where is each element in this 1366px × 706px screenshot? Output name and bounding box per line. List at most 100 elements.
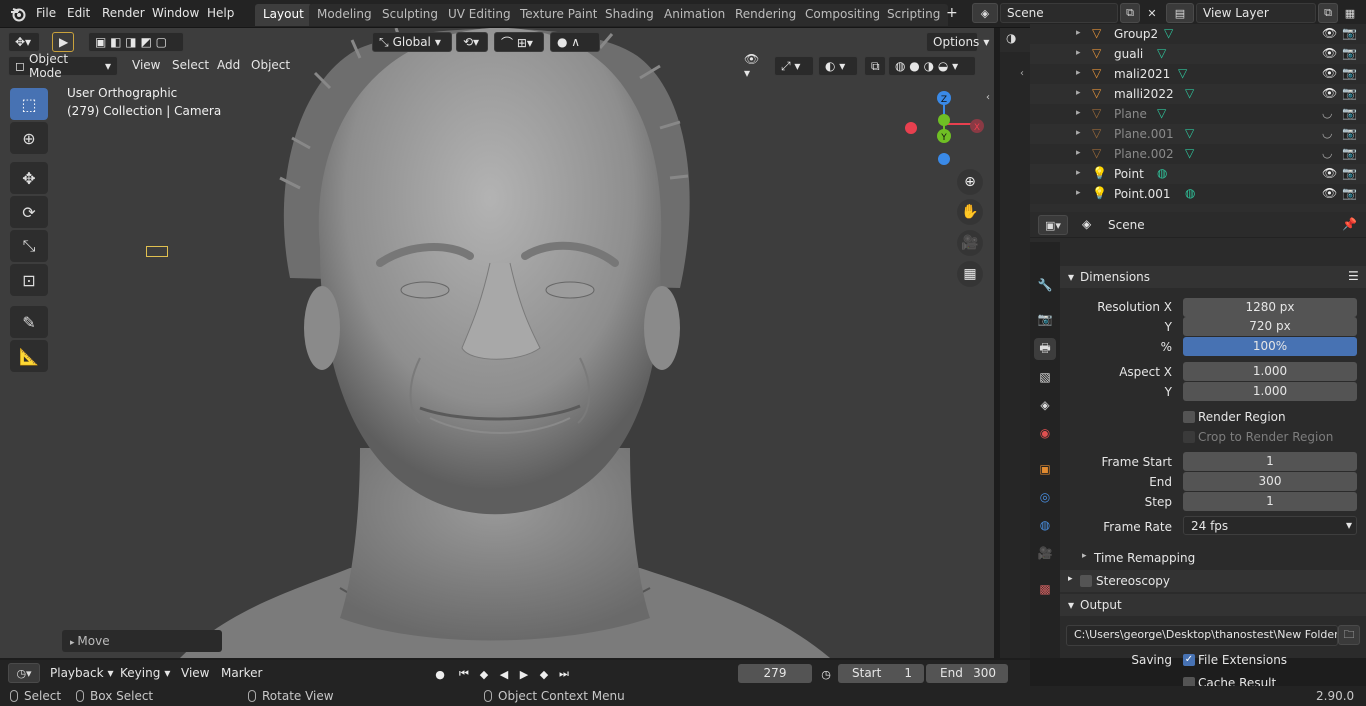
pan-hand-icon[interactable]: ✋ — [957, 199, 983, 225]
transform-orientation-dropdown[interactable]: ⤡ Global ▾ — [372, 32, 452, 52]
editor-type-icon[interactable]: ✥▾ — [8, 32, 40, 52]
frame-end-field[interactable]: 300 — [1183, 472, 1357, 491]
move-tool-icon[interactable]: ✥ — [10, 162, 48, 194]
eye-icon[interactable]: 👁 — [1322, 26, 1337, 40]
expand-arrow-icon[interactable]: ▸ — [1076, 28, 1081, 38]
eye-icon[interactable]: 👁 — [1322, 166, 1337, 180]
object-tab-icon[interactable]: ▣ — [1034, 458, 1056, 480]
eye-icon[interactable]: 👁 — [1322, 46, 1337, 60]
start-frame-field[interactable]: Start 1 — [838, 664, 924, 683]
scene-type-icon[interactable]: ◈ — [972, 3, 998, 23]
jump-start-icon[interactable]: ⏮ — [456, 666, 472, 682]
expand-arrow-icon[interactable]: ▸ — [1076, 88, 1081, 98]
outliner-row[interactable]: ▸ 💡 Point.001 ◍ 👁 📷 — [1030, 184, 1366, 204]
playback-menu[interactable]: Playback ▾ — [44, 663, 114, 683]
overlays-icon[interactable]: ◐ ▾ — [818, 56, 858, 76]
play-reverse-icon[interactable]: ◀ — [496, 666, 512, 682]
select-box-tool-icon[interactable]: ⬚ — [10, 88, 48, 120]
scale-tool-icon[interactable]: ⤡ — [10, 230, 48, 262]
camera-view-icon[interactable]: 🎥 — [957, 230, 983, 256]
scene-name-field[interactable]: Scene — [1000, 3, 1118, 23]
cursor-tool-icon[interactable]: ⊕ — [10, 122, 48, 154]
3d-viewport[interactable]: ✥▾ ▶ ▣ ◧ ◨ ◩ ▢ ⤡ Global ▾ ⟲▾ ⌒ ⊞▾ ● ∧ Op… — [0, 28, 994, 658]
outliner-row[interactable]: ▸ ▽ guali ▽ 👁 📷 — [1030, 44, 1366, 64]
selection-mode-icons[interactable]: ▣ ◧ ◨ ◩ ▢ — [88, 32, 184, 52]
transform-tool-icon[interactable]: ⊡ — [10, 264, 48, 296]
collapse-arrow-icon[interactable]: ‹ — [1020, 68, 1024, 79]
properties-editor-icon[interactable]: ▣▾ — [1038, 215, 1068, 235]
view-layer-icon[interactable]: ▤ — [1166, 3, 1194, 23]
ortho-grid-icon[interactable]: ▦ — [957, 261, 983, 287]
camera-render-icon[interactable]: 📷 — [1342, 86, 1357, 100]
measure-tool-icon[interactable]: 📐 — [10, 340, 48, 372]
last-operator-panel[interactable]: ▸ Move — [62, 630, 222, 652]
camera-render-icon[interactable]: 📷 — [1342, 146, 1357, 160]
expand-arrow-icon[interactable]: ▸ — [1076, 148, 1081, 158]
physics-tab-icon[interactable]: ◍ — [1034, 514, 1056, 536]
camera-render-icon[interactable]: 📷 — [1342, 26, 1357, 40]
end-frame-field[interactable]: End 300 — [926, 664, 1008, 683]
aspect-y-field[interactable]: 1.000 — [1183, 382, 1357, 401]
keying-menu[interactable]: Keying ▾ — [114, 663, 176, 683]
tab-uv-editing[interactable]: UV Editing — [440, 4, 519, 26]
view-layer-field[interactable]: View Layer — [1196, 3, 1316, 23]
outliner-row[interactable]: ▸ ▽ Plane ▽ ◡ 📷 — [1030, 104, 1366, 124]
proportional-edit-icon[interactable]: ● ∧ — [550, 32, 600, 52]
camera-render-icon[interactable]: 📷 — [1342, 106, 1357, 120]
menu-window[interactable]: Window — [152, 6, 199, 20]
expand-arrow-icon[interactable]: ▸ — [1076, 188, 1081, 198]
camera-render-icon[interactable]: 📷 — [1342, 46, 1357, 60]
tab-modeling[interactable]: Modeling — [309, 4, 380, 26]
tab-sculpting[interactable]: Sculpting — [374, 4, 447, 26]
frame-start-field[interactable]: 1 — [1183, 452, 1357, 471]
rotate-tool-icon[interactable]: ⟳ — [10, 196, 48, 228]
frame-step-field[interactable]: 1 — [1183, 492, 1357, 511]
play-icon[interactable]: ▶ — [516, 666, 532, 682]
resolution-x-field[interactable]: 1280 px — [1183, 298, 1357, 317]
camera-render-icon[interactable]: 📷 — [1342, 186, 1357, 200]
output-tab-icon[interactable]: 🖶 — [1034, 338, 1056, 360]
stereoscopy-panel-header[interactable]: ▸ Stereoscopy — [1060, 570, 1366, 592]
expand-arrow-icon[interactable]: ▸ — [1076, 48, 1081, 58]
menu-edit[interactable]: Edit — [67, 6, 90, 20]
timeline-editor-icon[interactable]: ◷▾ — [8, 663, 40, 683]
new-view-layer-icon[interactable]: ⧉ — [1318, 3, 1338, 23]
expand-arrow-icon[interactable]: ▸ — [1076, 168, 1081, 178]
eye-hidden-icon[interactable]: ◡ — [1322, 106, 1332, 120]
tool-tab-icon[interactable]: 🔧 — [1034, 274, 1056, 296]
menu-object[interactable]: Object — [251, 58, 290, 72]
data-tab-icon[interactable]: 🎥 — [1034, 542, 1056, 564]
outliner-row[interactable]: ▸ ▽ Group2 ▽ 👁 📷 — [1030, 24, 1366, 44]
outliner-display-icon[interactable]: ◑ — [1006, 31, 1028, 49]
blender-logo-icon[interactable] — [10, 6, 26, 22]
modifiers-tab-icon[interactable]: ◎ — [1034, 486, 1056, 508]
select-tool-icon[interactable]: ▶ — [52, 32, 74, 52]
tab-animation[interactable]: Animation — [656, 4, 734, 26]
outliner-row[interactable]: ▸ ▽ mali2021 ▽ 👁 📷 — [1030, 64, 1366, 84]
expand-arrow-icon[interactable]: ▸ — [1076, 68, 1081, 78]
camera-object-marker[interactable] — [146, 246, 168, 257]
file-extensions-checkbox[interactable]: ✓ — [1183, 654, 1195, 666]
delete-view-layer-icon[interactable]: ▦ — [1340, 3, 1360, 23]
world-tab-icon[interactable]: ◉ — [1034, 422, 1056, 444]
eye-hidden-icon[interactable]: ◡ — [1322, 126, 1332, 140]
tab-shading[interactable]: Shading — [597, 4, 662, 26]
eye-icon[interactable]: 👁 — [1322, 66, 1337, 80]
folder-icon[interactable]: 🗀 — [1338, 625, 1360, 645]
dimensions-panel-header[interactable]: ▾ Dimensions ☰ — [1060, 266, 1366, 288]
menu-file[interactable]: File — [36, 6, 56, 20]
new-scene-icon[interactable]: ⧉ — [1120, 3, 1140, 23]
options-dropdown[interactable]: Options ▾ — [926, 32, 989, 52]
tab-rendering[interactable]: Rendering — [727, 4, 805, 26]
gizmo-toggle-icon[interactable]: ⤢ ▾ — [774, 56, 814, 76]
eye-icon[interactable]: 👁 — [1322, 186, 1337, 200]
eye-icon[interactable]: 👁 — [1322, 86, 1337, 100]
render-tab-icon[interactable]: 📷 — [1034, 308, 1056, 330]
outliner-row[interactable]: ▸ ▽ Plane.001 ▽ ◡ 📷 — [1030, 124, 1366, 144]
record-icon[interactable]: ● — [432, 666, 448, 682]
marker-menu[interactable]: Marker — [221, 666, 262, 680]
menu-add[interactable]: Add — [217, 58, 240, 72]
render-region-checkbox[interactable] — [1183, 411, 1195, 423]
timeline-view-menu[interactable]: View — [181, 666, 209, 680]
outliner-row[interactable]: ▸ 💡 Point ◍ 👁 📷 — [1030, 164, 1366, 184]
